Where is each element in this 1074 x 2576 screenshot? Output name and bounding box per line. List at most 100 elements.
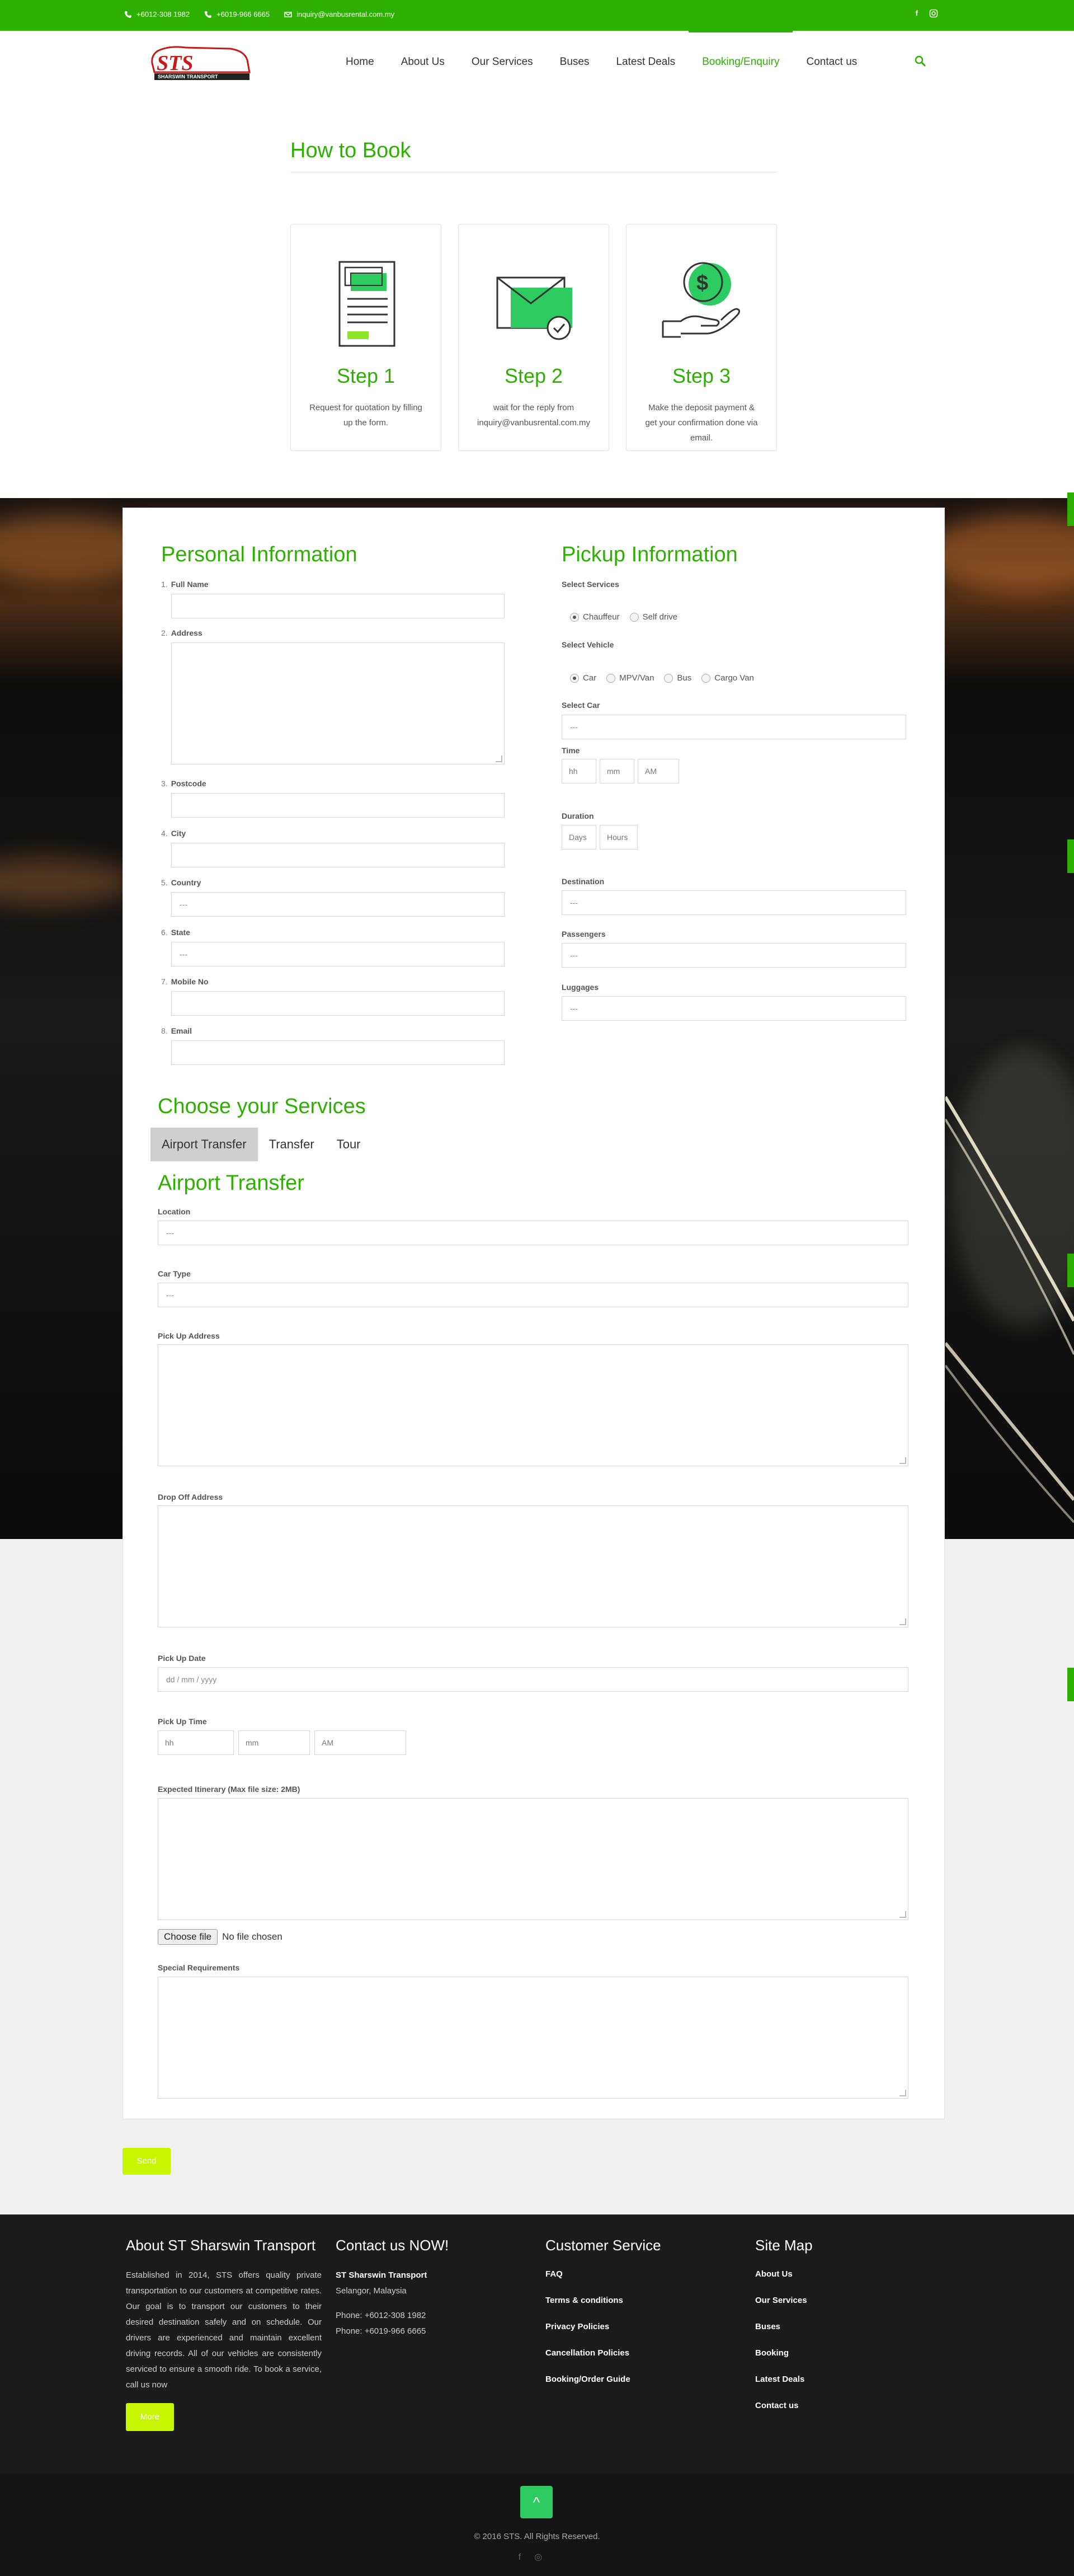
- nav-booking[interactable]: Booking/Enquiry: [689, 31, 793, 70]
- pickup-date-label: Pick Up Date: [158, 1654, 206, 1663]
- site-footer: About ST Sharswin Transport Established …: [0, 2214, 1074, 2473]
- sitemap-link-buses[interactable]: Buses: [755, 2314, 951, 2340]
- email-input[interactable]: [171, 1040, 505, 1065]
- pickup-time-ampm-select[interactable]: AM: [314, 1730, 406, 1755]
- select-car-label: Select Car: [562, 701, 600, 710]
- more-button[interactable]: More: [126, 2403, 174, 2431]
- instagram-icon[interactable]: ◎: [534, 2552, 555, 2562]
- radio-self-drive[interactable]: Self drive: [629, 612, 677, 622]
- luggages-dropdown[interactable]: ---: [562, 996, 906, 1021]
- pickup-time-label: Pick Up Time: [158, 1717, 207, 1726]
- footer-location: Selangor, Malaysia: [336, 2286, 407, 2296]
- radio-car[interactable]: Car: [570, 673, 596, 683]
- duration-label: Duration: [562, 811, 594, 820]
- footer-phone-1[interactable]: Phone: +6012-308 1982: [336, 2308, 531, 2324]
- search-icon[interactable]: [913, 54, 927, 68]
- footer-cs-title: Customer Service: [545, 2237, 661, 2254]
- radio-button[interactable]: [570, 612, 579, 622]
- radio-chauffeur[interactable]: Chauffeur: [570, 612, 620, 622]
- top-phone-2[interactable]: +6019-966 6665: [204, 10, 270, 18]
- duration-hours-input[interactable]: Hours: [600, 825, 638, 850]
- back-to-top-button[interactable]: ^: [520, 2486, 553, 2518]
- location-dropdown[interactable]: ---: [158, 1221, 908, 1245]
- tab-tour[interactable]: Tour: [326, 1128, 372, 1161]
- radio-button[interactable]: [664, 673, 673, 683]
- top-phone-1[interactable]: +6012-308 1982: [124, 10, 190, 18]
- mobile-input[interactable]: [171, 991, 505, 1016]
- dropoff-address-label: Drop Off Address: [158, 1493, 223, 1502]
- tab-airport-transfer[interactable]: Airport Transfer: [150, 1128, 258, 1161]
- duration-days-input[interactable]: Days: [562, 825, 596, 850]
- address-textarea[interactable]: [171, 642, 505, 764]
- destination-label: Destination: [562, 877, 605, 886]
- footer-social: f◎: [0, 2551, 1074, 2563]
- sitemap-link-contact[interactable]: Contact us: [755, 2392, 951, 2419]
- service-radio-group: Chauffeur Self drive: [570, 612, 677, 622]
- full-name-input[interactable]: [171, 594, 505, 618]
- radio-button[interactable]: [629, 612, 639, 622]
- footer-company: ST Sharswin Transport: [336, 2270, 427, 2280]
- destination-dropdown[interactable]: ---: [562, 890, 906, 915]
- envelope-check-icon: [496, 276, 572, 340]
- sitemap-link-services[interactable]: Our Services: [755, 2287, 951, 2314]
- radio-cargo-van[interactable]: Cargo Van: [701, 673, 754, 683]
- radio-bus[interactable]: Bus: [664, 673, 691, 683]
- nav-home[interactable]: Home: [332, 54, 388, 70]
- sunset-glow: [923, 515, 1074, 593]
- radio-button[interactable]: [606, 673, 616, 683]
- footer-link-privacy[interactable]: Privacy Policies: [545, 2314, 741, 2340]
- time-mm-input[interactable]: mm: [600, 759, 634, 783]
- top-contacts: +6012-308 1982 +6019-966 6665 inquiry@va…: [124, 10, 394, 18]
- passengers-dropdown[interactable]: ---: [562, 943, 906, 968]
- footer-phone-2[interactable]: Phone: +6019-966 6665: [336, 2324, 531, 2339]
- car-type-dropdown[interactable]: ---: [158, 1283, 908, 1307]
- footer-contact: Contact us NOW! ST Sharswin Transport Se…: [336, 2237, 531, 2339]
- footer-link-cancellation[interactable]: Cancellation Policies: [545, 2340, 741, 2366]
- select-car-dropdown[interactable]: ---: [562, 715, 906, 739]
- location-label: Location: [158, 1207, 191, 1216]
- state-label: 6. State: [161, 928, 190, 937]
- pickup-time-mm-input[interactable]: mm: [238, 1730, 310, 1755]
- nav-services[interactable]: Our Services: [458, 54, 547, 70]
- city-input[interactable]: [171, 843, 505, 867]
- sts-logo[interactable]: STS SHARSWIN TRANSPORT: [147, 43, 254, 85]
- footer-sitemap-title: Site Map: [755, 2237, 813, 2254]
- special-requirements-textarea[interactable]: [158, 1977, 908, 2099]
- time-hh-input[interactable]: hh: [562, 759, 596, 783]
- send-button[interactable]: Send: [123, 2148, 171, 2175]
- facebook-icon[interactable]: f: [916, 9, 918, 18]
- postcode-input[interactable]: [171, 793, 505, 818]
- country-select[interactable]: ---: [171, 892, 505, 917]
- footer-contact-title: Contact us NOW!: [336, 2237, 449, 2254]
- mobile-label: 7. Mobile No: [161, 977, 209, 986]
- nav-contact[interactable]: Contact us: [793, 54, 870, 70]
- radio-button[interactable]: [701, 673, 711, 683]
- choose-file-button[interactable]: Choose file: [158, 1929, 218, 1945]
- instagram-icon[interactable]: [929, 9, 938, 18]
- nav-latest-deals[interactable]: Latest Deals: [602, 54, 689, 70]
- sitemap-link-about[interactable]: About Us: [755, 2261, 951, 2287]
- svg-text:SHARSWIN TRANSPORT: SHARSWIN TRANSPORT: [158, 74, 218, 79]
- dropoff-address-textarea[interactable]: [158, 1505, 908, 1627]
- footer-link-faq[interactable]: FAQ: [545, 2261, 741, 2287]
- top-email[interactable]: inquiry@vanbusrental.com.my: [284, 10, 394, 18]
- footer-link-terms[interactable]: Terms & conditions: [545, 2287, 741, 2314]
- radio-mpv-van[interactable]: MPV/Van: [606, 673, 654, 683]
- footer-link-booking-guide[interactable]: Booking/Order Guide: [545, 2366, 741, 2392]
- pickup-info-title: Pickup Information: [562, 543, 738, 566]
- tab-transfer[interactable]: Transfer: [258, 1128, 326, 1161]
- time-ampm-select[interactable]: AM: [638, 759, 679, 783]
- itinerary-textarea[interactable]: [158, 1798, 908, 1920]
- radio-button[interactable]: [570, 673, 579, 683]
- nav-about[interactable]: About Us: [388, 54, 458, 70]
- nav-buses[interactable]: Buses: [547, 54, 603, 70]
- city-label: 4. City: [161, 829, 186, 838]
- pickup-date-input[interactable]: dd / mm / yyyy: [158, 1667, 908, 1692]
- envelope-icon: [284, 11, 292, 17]
- sitemap-link-booking[interactable]: Booking: [755, 2340, 951, 2366]
- pickup-time-hh-input[interactable]: hh: [158, 1730, 234, 1755]
- facebook-icon[interactable]: f: [519, 2552, 534, 2562]
- pickup-address-textarea[interactable]: [158, 1344, 908, 1466]
- state-select[interactable]: ---: [171, 942, 505, 966]
- sitemap-link-deals[interactable]: Latest Deals: [755, 2366, 951, 2392]
